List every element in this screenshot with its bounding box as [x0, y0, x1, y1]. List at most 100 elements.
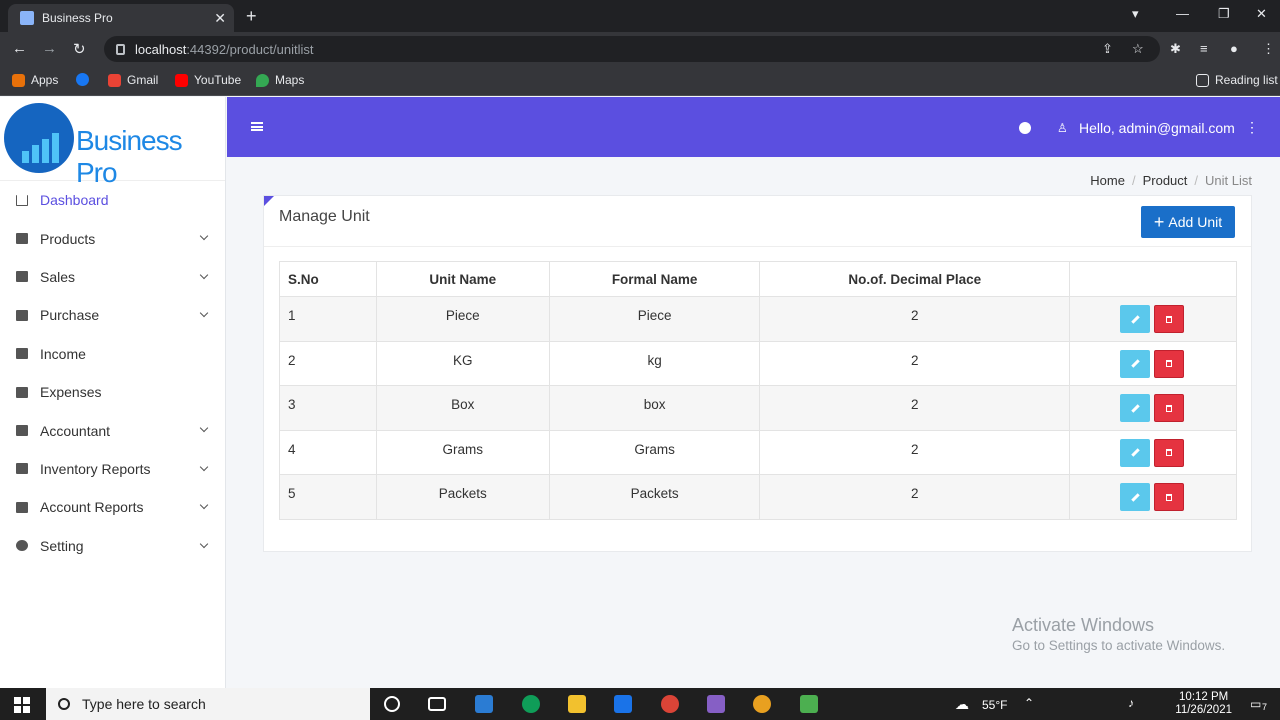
bookmark-star-icon[interactable]: ☆: [1132, 41, 1144, 57]
media-icon[interactable]: ≡: [1200, 41, 1208, 56]
building-icon: [16, 348, 28, 360]
theme-toggle-icon[interactable]: [1019, 122, 1031, 134]
home-icon: [16, 194, 28, 206]
briefcase-icon: [16, 386, 28, 398]
sidebar-item-setting[interactable]: Setting: [0, 527, 225, 565]
monitor-icon: [16, 233, 28, 245]
extensions-icon[interactable]: ✱: [1170, 41, 1181, 57]
sidebar-item-purchase[interactable]: Purchase: [0, 296, 225, 334]
user-greeting[interactable]: Hello, admin@gmail.com: [1079, 120, 1235, 136]
sidebar-item-label: Setting: [40, 537, 84, 554]
delete-button[interactable]: [1154, 438, 1185, 467]
column-header-sno[interactable]: S.No: [279, 261, 377, 297]
edit-button[interactable]: [1120, 483, 1151, 511]
windows-taskbar: Type here to search ☁ 55°F ⌃ ♪ 10:12 PM …: [0, 688, 1280, 720]
task-view-icon[interactable]: [428, 697, 446, 711]
notification-icon[interactable]: ▭: [1250, 697, 1261, 711]
delete-button[interactable]: [1154, 483, 1185, 511]
breadcrumb-home[interactable]: Home: [1090, 173, 1125, 188]
visual-studio-icon[interactable]: [707, 695, 725, 713]
reload-icon[interactable]: ↻: [73, 40, 86, 58]
restore-icon[interactable]: ❐: [1218, 6, 1230, 22]
system-clock[interactable]: 10:12 PM 11/26/2021: [1175, 691, 1232, 717]
minimize-icon[interactable]: —: [1176, 6, 1189, 21]
app-icon[interactable]: [800, 695, 818, 713]
cell-actions: [1069, 429, 1237, 475]
table-row: 2 KG kg 2: [279, 340, 1237, 386]
tab-search-icon[interactable]: ▾: [1132, 6, 1139, 22]
column-header-decimal-place[interactable]: No.of. Decimal Place: [759, 261, 1071, 297]
cell-formal-name: box: [548, 385, 761, 431]
edge-icon[interactable]: [522, 695, 540, 713]
delete-button[interactable]: [1154, 394, 1185, 422]
edit-button[interactable]: [1120, 438, 1151, 467]
plus-icon: +: [1153, 212, 1165, 232]
reading-list-button[interactable]: Reading list: [1196, 73, 1278, 87]
breadcrumb-product[interactable]: Product: [1143, 173, 1188, 188]
sidebar-item-sales[interactable]: Sales: [0, 258, 225, 296]
cortana-icon[interactable]: [384, 696, 400, 712]
sidebar-item-products[interactable]: Products: [0, 219, 225, 257]
delete-button[interactable]: [1154, 305, 1185, 333]
add-unit-label: Add Unit: [1168, 214, 1223, 230]
more-options-icon[interactable]: ⋮: [1245, 119, 1259, 136]
apps-grid-icon: [12, 73, 25, 87]
browser-menu-icon[interactable]: ⋮: [1262, 41, 1275, 57]
gmail-icon: [108, 73, 121, 87]
bookmark-apps[interactable]: Apps: [12, 73, 58, 87]
sidebar-item-accountant[interactable]: Accountant: [0, 411, 225, 449]
share-icon[interactable]: ⇪: [1102, 41, 1113, 57]
sidebar-item-account-reports[interactable]: Account Reports: [0, 488, 225, 526]
bookmark-maps[interactable]: Maps: [256, 73, 304, 87]
edit-button[interactable]: [1120, 305, 1151, 333]
paint-icon[interactable]: [753, 695, 771, 713]
pencil-icon: [1130, 314, 1140, 324]
new-tab-icon[interactable]: +: [246, 6, 257, 27]
bookmarks-bar: Apps Gmail YouTube Maps Reading list: [0, 66, 1280, 96]
store-icon[interactable]: [475, 695, 493, 713]
app-logo[interactable]: Business Pro: [0, 97, 225, 188]
tray-overflow-icon[interactable]: ⌃: [1024, 696, 1034, 710]
youtube-icon: [175, 73, 188, 87]
mail-icon[interactable]: [614, 695, 632, 713]
bookmark-gmail[interactable]: Gmail: [108, 73, 158, 87]
column-header-formal-name[interactable]: Formal Name: [548, 261, 761, 297]
file-explorer-icon[interactable]: [568, 695, 586, 713]
delete-button[interactable]: [1154, 349, 1185, 378]
windows-start-icon[interactable]: [14, 697, 30, 713]
sidebar-item-income[interactable]: Income: [0, 335, 225, 373]
column-header-unit-name[interactable]: Unit Name: [375, 261, 550, 297]
bookmark-youtube[interactable]: YouTube: [175, 73, 241, 87]
reading-list-label: Reading list: [1215, 73, 1278, 87]
volume-icon[interactable]: ♪: [1128, 696, 1134, 710]
sidebar-item-inventory-reports[interactable]: Inventory Reports: [0, 450, 225, 488]
tab-close-icon[interactable]: ✕: [214, 10, 226, 27]
cell-sno: 5: [279, 474, 377, 520]
back-arrow-icon[interactable]: ←: [12, 40, 27, 57]
chevron-down-icon: [199, 270, 209, 280]
browser-tab[interactable]: Business Pro ✕: [8, 4, 234, 32]
taskbar-search-input[interactable]: Type here to search: [46, 688, 370, 720]
window-close-icon[interactable]: ✕: [1256, 6, 1267, 22]
trash-icon: [1166, 360, 1173, 367]
activation-watermark: Activate Windows Go to Settings to activ…: [1012, 615, 1225, 653]
sidebar-item-dashboard[interactable]: Dashboard: [0, 181, 225, 219]
printer-icon: [16, 271, 28, 283]
url-input[interactable]: localhost:44392/product/unitlist: [104, 36, 1160, 62]
bookmark-facebook[interactable]: [76, 73, 95, 86]
weather-cloud-icon: ☁: [955, 696, 969, 712]
cell-actions: [1069, 340, 1237, 386]
pencil-icon: [1130, 492, 1140, 502]
forward-arrow-icon[interactable]: →: [42, 40, 57, 57]
hamburger-menu-icon[interactable]: [251, 122, 263, 131]
edit-button[interactable]: [1120, 394, 1151, 422]
bookmark-label: YouTube: [194, 73, 242, 87]
sidebar-item-expenses[interactable]: Expenses: [0, 373, 225, 411]
chrome-icon[interactable]: [661, 695, 679, 713]
weather-temperature[interactable]: 55°F: [982, 698, 1007, 712]
add-unit-button[interactable]: + Add Unit: [1141, 206, 1235, 238]
sidebar-item-label: Dashboard: [40, 192, 109, 209]
sidebar-item-label: Products: [40, 230, 96, 247]
profile-avatar-icon[interactable]: ●: [1230, 41, 1238, 56]
edit-button[interactable]: [1120, 349, 1151, 378]
